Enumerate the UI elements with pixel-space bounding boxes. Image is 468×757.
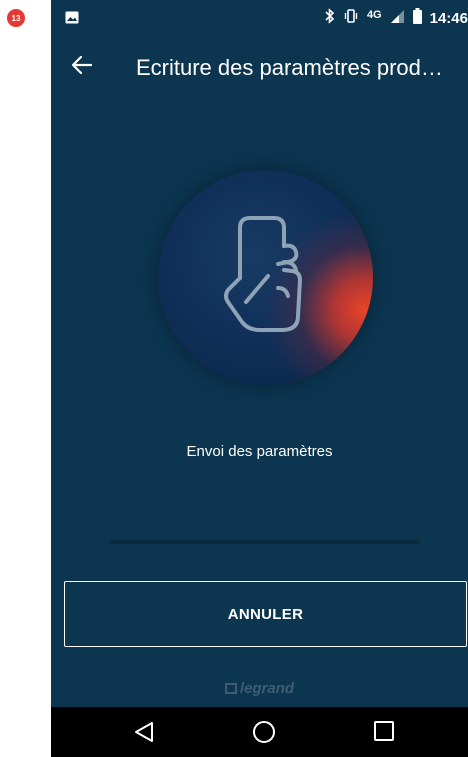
clock: 14:46 [429,9,468,27]
brand-name: legrand [239,680,295,697]
signal-icon [390,9,405,28]
writing-illustration [158,170,373,385]
navigation-bar [51,707,468,757]
phone-screen: 4G 14:46 Ecriture des paramètres prod… E… [51,0,468,757]
progress-bar [110,540,420,544]
cancel-button[interactable]: ANNULER [64,581,467,647]
app-bar: Ecriture des paramètres prod… [51,36,468,100]
legrand-logo: legrand [51,680,468,697]
battery-icon [412,8,422,28]
bluetooth-icon [325,8,335,28]
status-text: Envoi des paramètres [186,443,333,460]
image-notification-icon [65,11,79,28]
recents-square-icon[interactable] [373,720,395,747]
hand-holding-phone-icon [224,216,302,332]
back-triangle-icon[interactable] [133,720,155,749]
vibrate-icon [343,8,359,28]
legrand-mark-icon [224,683,237,694]
network-type: 4G [366,9,382,21]
step-badge: 13 [7,9,25,27]
arrow-left-icon[interactable] [71,54,93,81]
home-circle-icon[interactable] [252,720,276,749]
page-title: Ecriture des paramètres prod… [136,55,443,80]
status-bar: 4G 14:46 [51,0,468,36]
